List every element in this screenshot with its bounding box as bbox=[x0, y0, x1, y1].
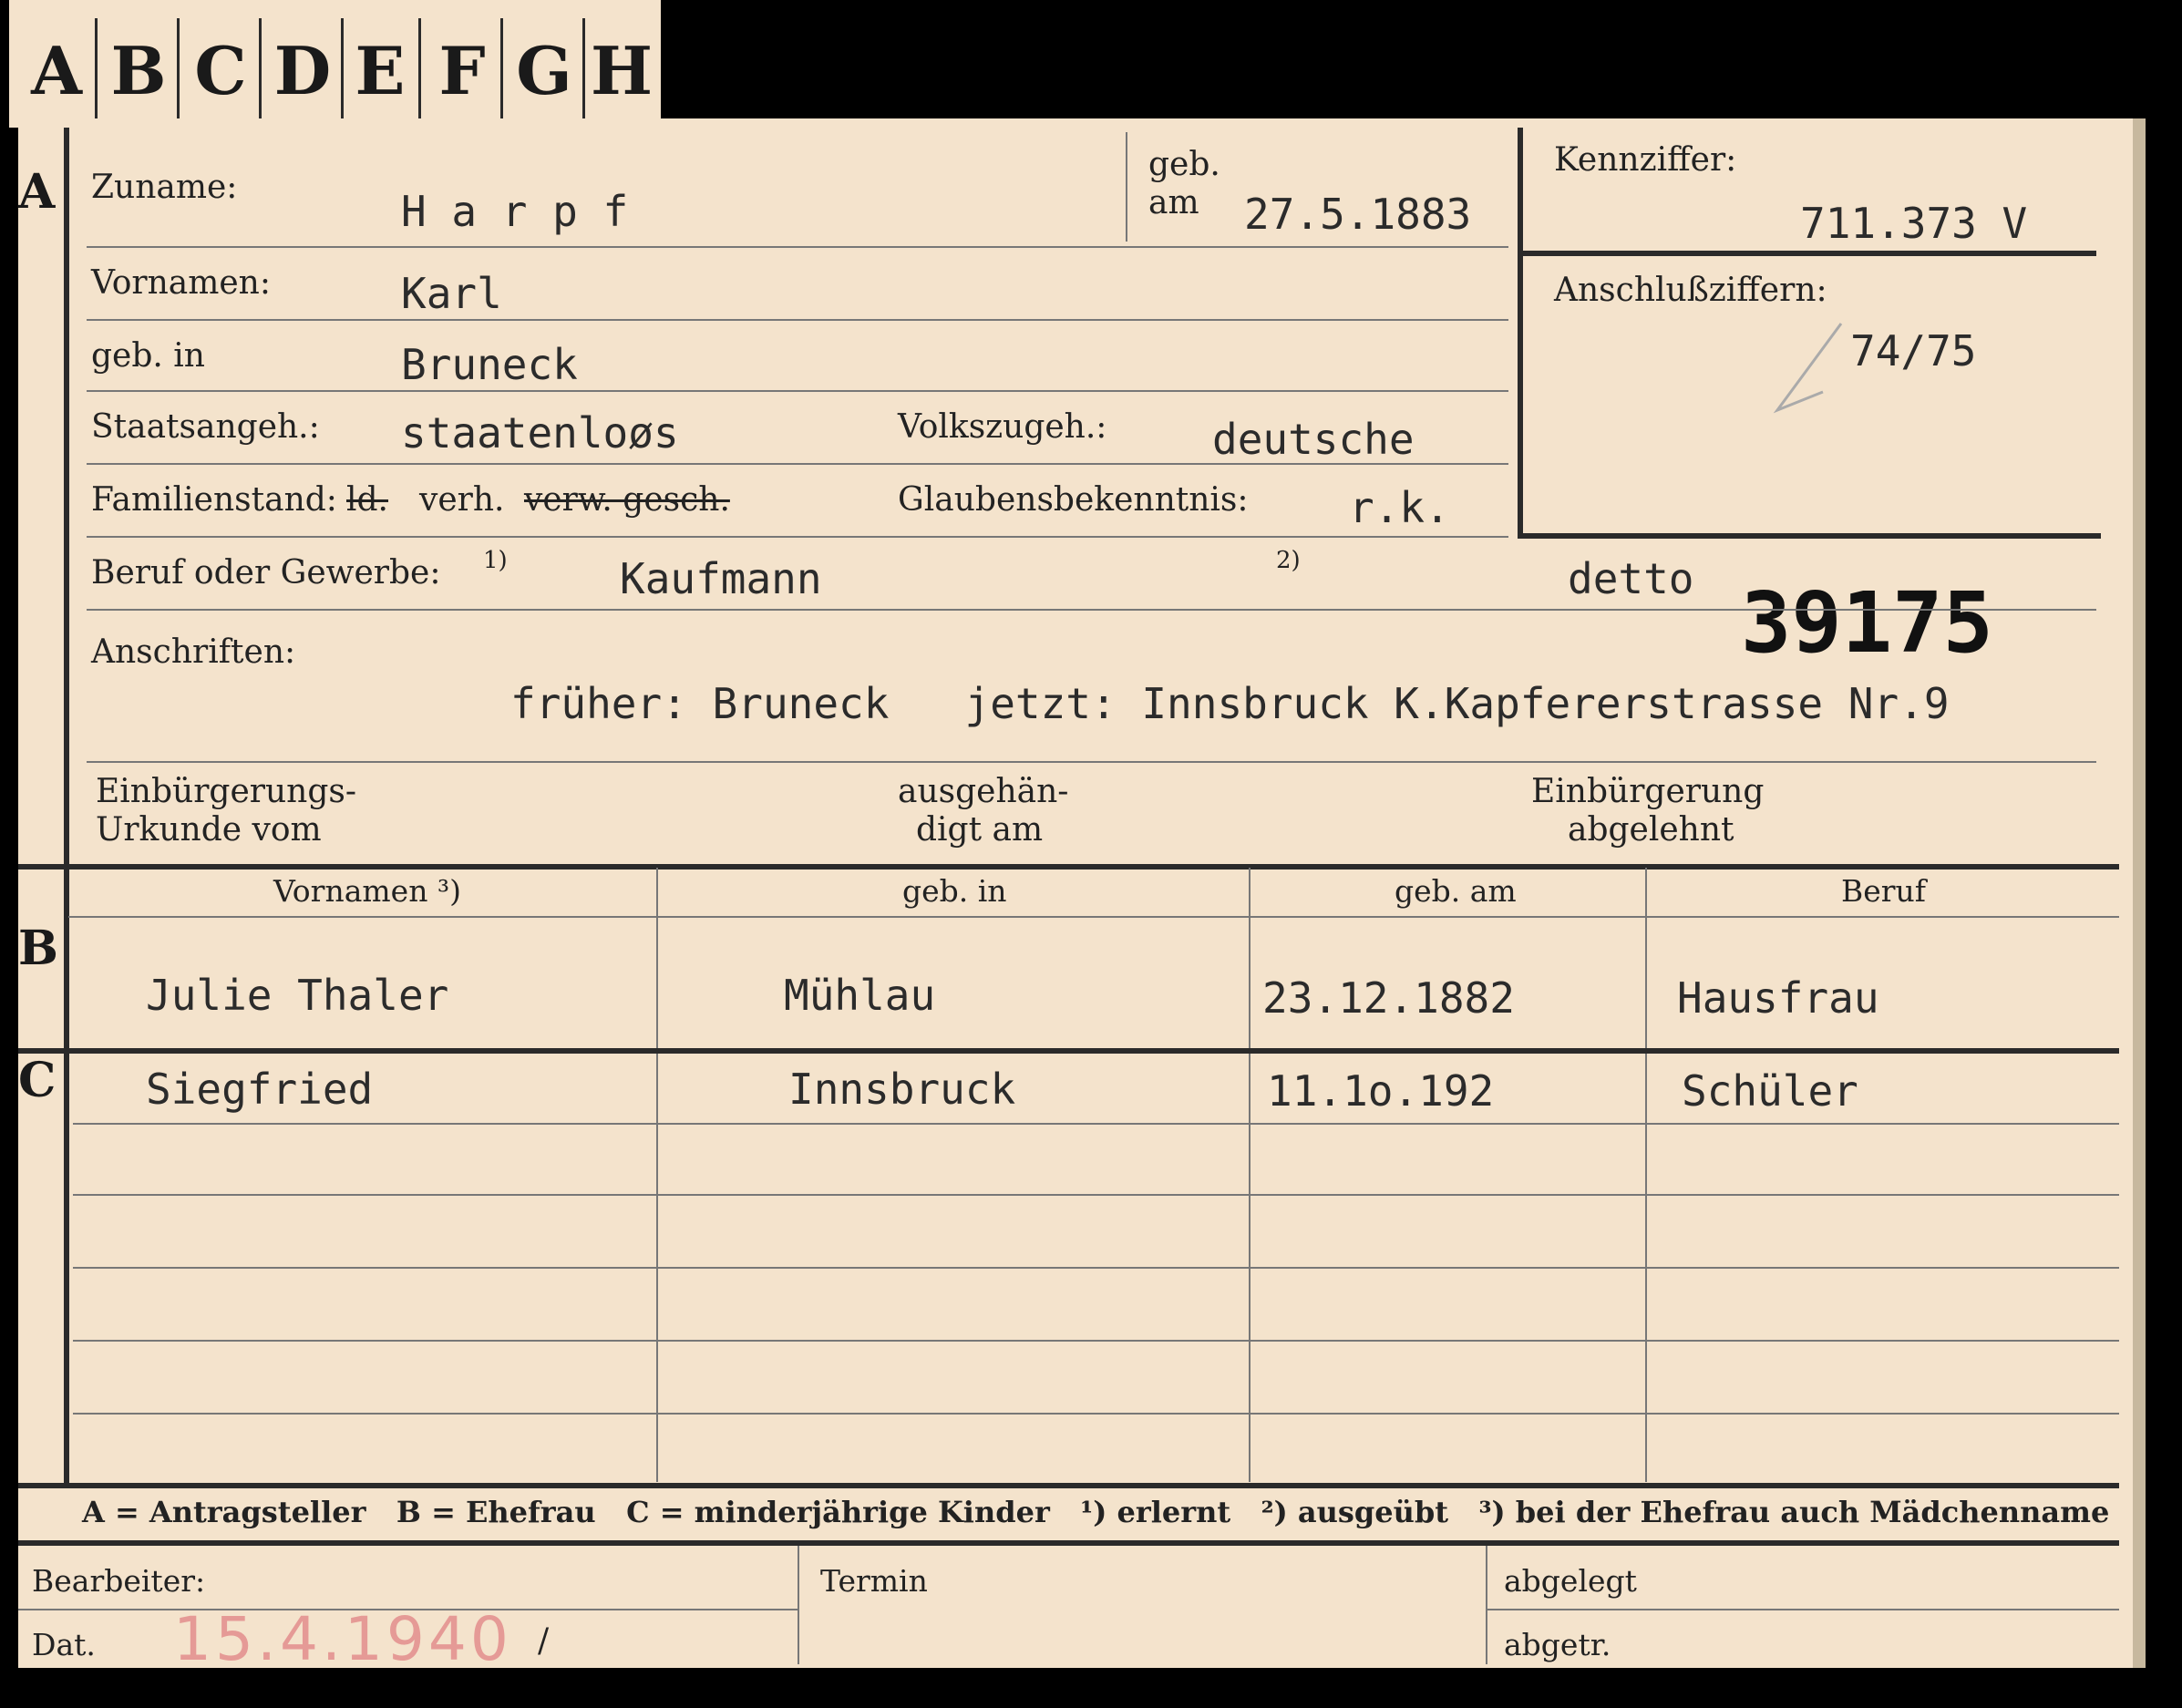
profession-2-value: detto bbox=[1568, 554, 1694, 603]
section-b-letter: B bbox=[18, 921, 58, 976]
citizenship-value: staatenloøs bbox=[401, 408, 679, 458]
section-divider bbox=[18, 1483, 2119, 1488]
divider bbox=[1126, 132, 1127, 242]
dat-value: 15.4.1940 bbox=[173, 1604, 512, 1674]
divider bbox=[87, 319, 1508, 321]
bearbeiter-label: Bearbeiter: bbox=[32, 1563, 206, 1599]
b-header-profession: Beruf bbox=[1841, 873, 1927, 909]
b-birthdate-value: 23.12.1882 bbox=[1262, 973, 1515, 1023]
ethnicity-label: Volkszugeh.: bbox=[898, 408, 1107, 446]
legend: A = Antragsteller B = Ehefrau C = minder… bbox=[82, 1495, 2110, 1529]
b-birthplace-value: Mühlau bbox=[784, 971, 936, 1020]
handed-over-label-1: ausgehän- bbox=[898, 773, 1069, 810]
section-a-letter: A bbox=[18, 164, 56, 220]
profession-note-2: 2) bbox=[1276, 547, 1301, 574]
tab-f[interactable]: F bbox=[424, 18, 503, 123]
registration-card: A Zuname: H a r p f geb. am 27.5.1883 Ke… bbox=[18, 118, 2146, 1674]
divider bbox=[68, 916, 2119, 918]
section-divider bbox=[18, 1540, 2119, 1546]
profession-label: Beruf oder Gewerbe: bbox=[91, 554, 441, 592]
religion-label: Glaubensbekenntnis: bbox=[898, 481, 1249, 519]
divider bbox=[87, 390, 1508, 392]
tab-d[interactable]: D bbox=[264, 18, 344, 123]
table-row-line bbox=[73, 1194, 2119, 1196]
b-firstnames-value: Julie Thaler bbox=[146, 971, 449, 1020]
table-row-line bbox=[73, 1340, 2119, 1342]
firstnames-label: Vornamen: bbox=[91, 264, 271, 302]
divider bbox=[87, 246, 1508, 248]
b-header-birthplace: geb. in bbox=[902, 873, 1007, 909]
stamp-number: 39175 bbox=[1741, 574, 1993, 672]
tab-g[interactable]: G bbox=[506, 18, 585, 123]
surname-value: H a r p f bbox=[401, 187, 629, 236]
surname-label: Zuname: bbox=[91, 169, 238, 206]
kennziffer-label: Kennziffer: bbox=[1554, 141, 1737, 179]
table-row-line bbox=[73, 1123, 2119, 1125]
naturalization-doc-label-1: Einbürgerungs- bbox=[96, 773, 357, 810]
profession-note-1: 1) bbox=[483, 547, 508, 574]
divider bbox=[87, 536, 1508, 538]
address-value: früher: Bruneck jetzt: Innsbruck K.Kapfe… bbox=[510, 679, 1950, 728]
born-label-2: am bbox=[1148, 184, 1199, 221]
firstnames-value: Karl bbox=[401, 269, 502, 318]
letter-tabs: A B C D E F G H bbox=[9, 0, 661, 128]
divider bbox=[1518, 533, 2101, 539]
tab-e[interactable]: E bbox=[342, 18, 421, 123]
divider bbox=[1522, 251, 2096, 256]
citizenship-label: Staatsangeh.: bbox=[91, 408, 320, 446]
born-date-value: 27.5.1883 bbox=[1244, 190, 1472, 239]
c-birthplace-value: Innsbruck bbox=[788, 1065, 1016, 1114]
naturalization-doc-label-2: Urkunde vom bbox=[96, 811, 322, 849]
birthplace-label: geb. in bbox=[91, 337, 205, 375]
b-header-birthdate: geb. am bbox=[1395, 873, 1517, 909]
dat-label: Dat. bbox=[32, 1627, 96, 1662]
tab-b[interactable]: B bbox=[100, 18, 180, 123]
table-row-line bbox=[73, 1413, 2119, 1415]
b-profession-value: Hausfrau bbox=[1677, 973, 1879, 1023]
marital-struck-2: verw. gesch. bbox=[524, 481, 730, 519]
dat-slash: / bbox=[538, 1622, 550, 1660]
termin-label: Termin bbox=[820, 1563, 928, 1599]
marital-label: Familienstand: bbox=[91, 481, 337, 519]
tab-h[interactable]: H bbox=[583, 18, 660, 123]
table-row-line bbox=[73, 1267, 2119, 1269]
abgetr-label: abgetr. bbox=[1504, 1627, 1611, 1662]
card-edge bbox=[2133, 118, 2146, 1668]
column-divider bbox=[798, 1546, 799, 1664]
address-label: Anschriften: bbox=[91, 633, 296, 671]
profession-1-value: Kaufmann bbox=[620, 554, 822, 603]
handed-over-label-2: digt am bbox=[916, 811, 1044, 849]
c-profession-value: Schüler bbox=[1682, 1066, 1858, 1116]
birthplace-value: Bruneck bbox=[401, 340, 578, 389]
kennziffer-value: 711.373 V bbox=[1800, 199, 2028, 248]
b-header-firstnames: Vornamen ³) bbox=[273, 873, 462, 909]
abgelegt-label: abgelegt bbox=[1504, 1563, 1637, 1599]
naturalization-denied-label-1: Einbürgerung bbox=[1531, 773, 1765, 810]
divider bbox=[87, 463, 1508, 465]
divider bbox=[1486, 1609, 2119, 1610]
pencil-stroke-mark bbox=[1773, 323, 1843, 414]
tab-a[interactable]: A bbox=[18, 18, 98, 123]
column-divider bbox=[1486, 1546, 1487, 1664]
divider bbox=[87, 761, 2096, 763]
marital-value: verh. bbox=[419, 481, 505, 519]
marital-struck-1: ld. bbox=[346, 481, 389, 519]
kennziffer-box-border bbox=[1518, 128, 1523, 538]
ethnicity-value: deutsche bbox=[1212, 415, 1415, 464]
tab-c[interactable]: C bbox=[182, 18, 262, 123]
c-firstnames-value: Siegfried bbox=[146, 1065, 374, 1114]
born-label-1: geb. bbox=[1148, 146, 1220, 183]
section-divider bbox=[18, 1048, 2119, 1054]
c-birthdate-value: 11.1o.192 bbox=[1267, 1066, 1495, 1116]
anschluss-value: 74/75 bbox=[1850, 326, 1977, 376]
section-divider bbox=[18, 864, 2119, 869]
religion-value: r.k. bbox=[1349, 483, 1450, 532]
divider bbox=[87, 609, 2096, 611]
naturalization-denied-label-2: abgelehnt bbox=[1568, 811, 1734, 849]
section-border bbox=[64, 128, 69, 1486]
section-c-letter: C bbox=[18, 1053, 57, 1108]
anschluss-label: Anschlußziffern: bbox=[1554, 272, 1827, 309]
